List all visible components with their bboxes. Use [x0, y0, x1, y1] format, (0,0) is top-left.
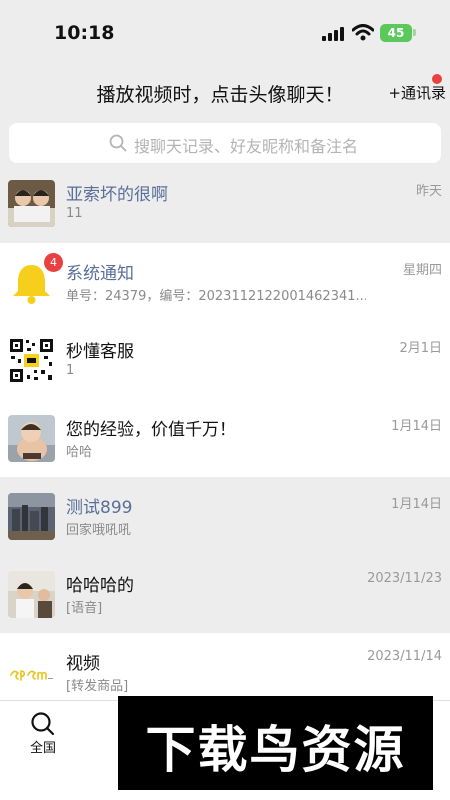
qr-code-icon	[8, 337, 55, 384]
chat-row[interactable]: 您的经验，价值千万！ 哈哈 1月14日	[0, 399, 450, 477]
header: 播放视频时，点击头像聊天！ +通讯录	[0, 70, 450, 118]
photo-avatar	[8, 415, 55, 462]
chat-time: 1月14日	[391, 419, 442, 434]
wifi-icon	[352, 24, 374, 41]
chat-row[interactable]: 哈哈哈的 [语音] 2023/11/23	[0, 555, 450, 633]
chat-name: 测试899	[66, 498, 133, 518]
battery-cap	[413, 29, 416, 36]
chat-time: 2月1日	[399, 341, 442, 356]
battery-level: 45	[387, 26, 405, 40]
search-icon	[109, 134, 127, 152]
chat-row[interactable]: 亚索坏的很啊 11 昨天	[0, 166, 450, 243]
chat-time: 星期四	[402, 263, 442, 278]
chat-time: 1月14日	[391, 497, 442, 512]
chat-preview: 哈哈	[66, 445, 93, 460]
chat-name: 系统通知	[66, 264, 134, 284]
contacts-button[interactable]: +通讯录	[388, 82, 446, 103]
search-icon[interactable]	[30, 711, 56, 737]
unread-badge: 4	[44, 253, 63, 272]
photo-avatar	[8, 493, 55, 540]
chat-time: 昨天	[415, 184, 442, 199]
chat-list: 亚索坏的很啊 11 昨天 4 系统通知 单号：24379，编号：20231121…	[0, 166, 450, 711]
status-bar: 10:18 45	[0, 0, 450, 62]
chat-name: 亚索坏的很啊	[66, 185, 168, 205]
chat-preview: 单号：24379，编号：2023112122001462341...	[66, 289, 366, 304]
notification-dot	[432, 74, 442, 84]
watermark: 下载鸟资源	[118, 696, 433, 790]
chat-name: 哈哈哈的	[66, 576, 134, 596]
chat-row[interactable]: 秒懂客服 1 2月1日	[0, 321, 450, 399]
chat-name: 视频	[66, 654, 100, 674]
status-time: 10:18	[54, 22, 115, 44]
logo-avatar	[8, 649, 55, 696]
signal-icon	[322, 27, 344, 41]
chat-preview: 11	[66, 206, 83, 221]
photo-avatar	[8, 180, 55, 227]
chat-name: 秒懂客服	[66, 342, 134, 362]
chat-preview: 1	[66, 363, 75, 378]
chat-preview: [转发商品]	[66, 679, 129, 694]
search-input[interactable]: 搜聊天记录、好友昵称和备注名	[9, 123, 441, 163]
battery-icon: 45	[380, 24, 412, 42]
chat-name: 您的经验，价值千万！	[66, 420, 236, 440]
chat-row[interactable]: 4 系统通知 单号：24379，编号：2023112122001462341..…	[0, 243, 450, 321]
chat-time: 2023/11/23	[367, 571, 442, 586]
search-placeholder: 搜聊天记录、好友昵称和备注名	[134, 137, 359, 156]
chat-preview: [语音]	[66, 601, 103, 616]
chat-time: 2023/11/14	[367, 649, 442, 664]
screen: 10:18 45 播放视频时，点击头像聊天！ +通讯录 搜聊天记录、好友昵称和备…	[0, 0, 450, 800]
chat-row[interactable]: 测试899 回家哦吼吼 1月14日	[0, 477, 450, 555]
tab-nationwide[interactable]: 全国	[30, 737, 56, 756]
photo-avatar	[8, 571, 55, 618]
page-title: 播放视频时，点击头像聊天！	[96, 84, 344, 106]
chat-preview: 回家哦吼吼	[66, 523, 132, 538]
watermark-text: 下载鸟资源	[145, 721, 406, 779]
